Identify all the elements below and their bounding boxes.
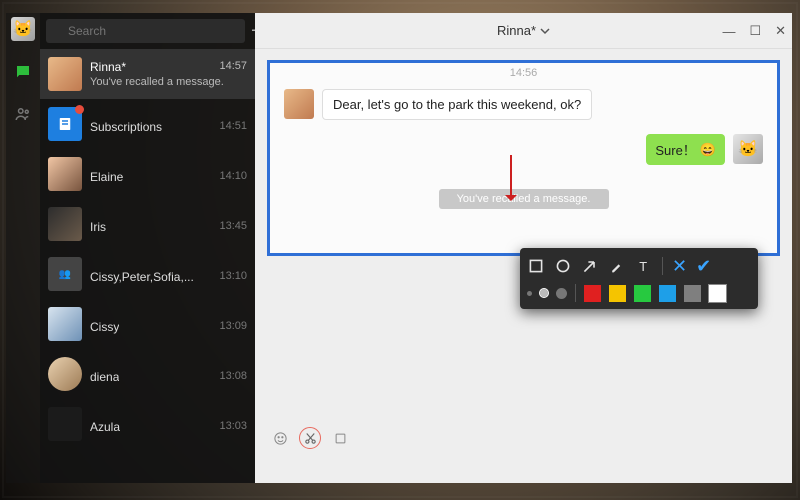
chat-item-elaine[interactable]: Elaine 14:10 <box>40 149 255 199</box>
chat-time: 14:51 <box>219 120 247 134</box>
chat-name: Rinna* <box>90 60 126 74</box>
chat-name: Elaine <box>90 170 123 184</box>
conversation-sidebar: + Rinna*14:57 You've recalled a message.… <box>40 13 255 483</box>
color-swatch[interactable] <box>684 285 701 302</box>
avatar <box>48 307 82 341</box>
color-swatch[interactable] <box>659 285 676 302</box>
color-swatch[interactable] <box>634 285 651 302</box>
incoming-bubble: Dear, let's go to the park this weekend,… <box>322 89 592 120</box>
chat-item-cissy[interactable]: Cissy 13:09 <box>40 299 255 349</box>
chat-item-subscriptions[interactable]: Subscriptions 14:51 <box>40 99 255 149</box>
chat-time: 13:10 <box>219 270 247 284</box>
avatar <box>48 57 82 91</box>
chat-title-text: Rinna* <box>497 23 536 38</box>
avatar <box>48 357 82 391</box>
chevron-down-icon <box>540 26 550 36</box>
avatar <box>48 207 82 241</box>
separator <box>575 284 576 302</box>
arrow-tool[interactable] <box>581 257 599 275</box>
outgoing-text: Sure！ <box>655 140 695 159</box>
avatar <box>48 407 82 441</box>
chat-name: Cissy <box>90 320 119 334</box>
chat-item-diena[interactable]: diena 13:08 <box>40 349 255 399</box>
rect-tool[interactable] <box>527 257 545 275</box>
my-avatar[interactable]: 🐱 <box>11 17 35 41</box>
screenshot-button[interactable] <box>299 427 321 449</box>
contacts-tab-icon[interactable] <box>12 103 34 125</box>
chat-item-iris[interactable]: Iris 13:45 <box>40 199 255 249</box>
ellipse-tool[interactable] <box>554 257 572 275</box>
chat-time: 13:45 <box>219 220 247 234</box>
minimize-button[interactable]: — <box>722 24 735 39</box>
incoming-message: Dear, let's go to the park this weekend,… <box>270 79 777 130</box>
search-wrapper <box>46 19 245 43</box>
chat-time: 13:03 <box>219 420 247 434</box>
emoji-button[interactable] <box>271 429 289 447</box>
chat-name: Subscriptions <box>90 120 162 134</box>
chat-item-azula[interactable]: Azula 13:03 <box>40 399 255 449</box>
text-tool[interactable]: T <box>635 257 653 275</box>
separator <box>662 257 663 275</box>
timestamp: 14:56 <box>270 63 777 79</box>
chat-time: 13:08 <box>219 370 247 384</box>
chat-item-group[interactable]: 👥 Cissy,Peter,Sofia,... 13:10 <box>40 249 255 299</box>
attach-button[interactable] <box>331 429 349 447</box>
avatar: 👥 <box>48 257 82 291</box>
nav-rail: 🐱 <box>6 13 40 483</box>
svg-text:T: T <box>639 259 647 274</box>
avatar <box>48 157 82 191</box>
avatar <box>48 107 82 141</box>
grin-emoji-icon: 😄 <box>700 142 716 158</box>
maximize-button[interactable]: ☐ <box>749 23 761 39</box>
conversation-selection: 14:56 Dear, let's go to the park this we… <box>270 63 777 253</box>
annotation-arrow <box>505 155 517 207</box>
outgoing-message: Sure！ 😄 🐱 <box>270 130 777 171</box>
color-swatch[interactable] <box>584 285 601 302</box>
composer-toolbar <box>271 427 349 449</box>
chat-item-rinna[interactable]: Rinna* 14:57 You've recalled a message. <box>40 49 255 99</box>
stroke-large[interactable] <box>556 288 567 299</box>
chat-list: Rinna* 14:57 You've recalled a message. S… <box>40 49 255 449</box>
confirm-button[interactable]: ✔ <box>696 256 711 277</box>
my-avatar-small[interactable]: 🐱 <box>733 134 763 164</box>
color-swatch[interactable] <box>609 285 626 302</box>
chat-time: 14:57 <box>219 60 247 74</box>
chat-title[interactable]: Rinna* <box>497 23 550 38</box>
chat-header: Rinna* — ☐ ✕ <box>255 13 792 49</box>
stroke-small[interactable] <box>527 291 532 296</box>
chat-name: Cissy,Peter,Sofia,... <box>90 270 194 284</box>
chat-preview: You've recalled a message. <box>90 76 247 88</box>
stroke-medium[interactable] <box>540 289 548 297</box>
close-button[interactable]: ✕ <box>775 23 786 39</box>
chat-name: diena <box>90 370 119 384</box>
chats-tab-icon[interactable] <box>12 61 34 83</box>
chat-time: 13:09 <box>219 320 247 334</box>
cancel-button[interactable]: ✕ <box>672 256 687 277</box>
chat-time: 14:10 <box>219 170 247 184</box>
chat-name: Iris <box>90 220 106 234</box>
chat-name: Azula <box>90 420 120 434</box>
recall-notice: You've recalled a message. <box>439 189 609 209</box>
screenshot-toolbar: T ✕ ✔ <box>520 248 758 309</box>
sender-avatar[interactable] <box>284 89 314 119</box>
color-swatch[interactable] <box>709 285 726 302</box>
outgoing-bubble: Sure！ 😄 <box>646 134 725 165</box>
brush-tool[interactable] <box>608 257 626 275</box>
search-input[interactable] <box>46 19 245 43</box>
